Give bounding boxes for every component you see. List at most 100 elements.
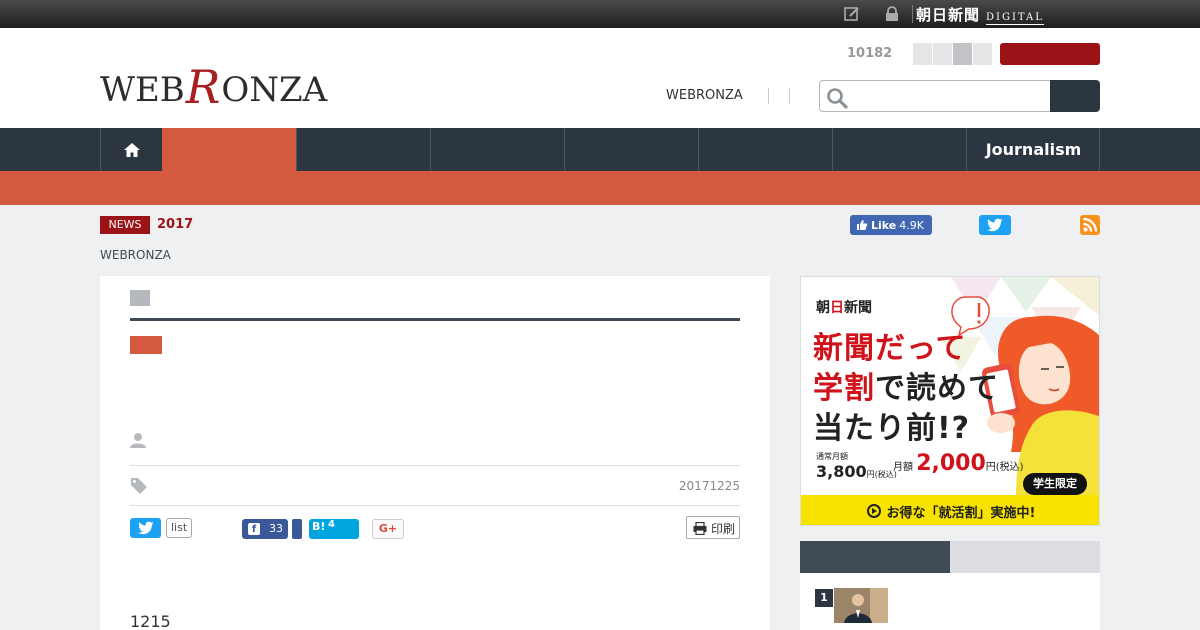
font-size-medium-button[interactable] [933, 43, 952, 65]
asahi-digital-logo[interactable]: 朝日新聞 DIGITAL [916, 4, 1086, 25]
ad-headline-3: 当たり前!? [813, 411, 971, 446]
rss-icon [1083, 217, 1098, 232]
ad-headline-2: 学割で読めて [813, 363, 999, 407]
thumbs-up-icon [857, 220, 868, 230]
nav-item-3[interactable] [296, 128, 430, 171]
nav-divider [1099, 128, 1100, 171]
ad-headline-2-rest: で読めて [875, 371, 999, 406]
nav-item-4[interactable] [430, 128, 564, 171]
article-category-badge[interactable] [130, 336, 162, 354]
facebook-icon: f [248, 523, 260, 535]
member-count: 10182 [847, 46, 893, 61]
header-link-webronza[interactable]: WEBRONZA [666, 88, 743, 103]
font-size-switcher [913, 43, 993, 65]
article-label-placeholder [130, 290, 150, 306]
ad-student-only-badge: 学生限定 [1023, 473, 1087, 495]
article-body-text: 1215 [130, 612, 171, 630]
rss-feed-button[interactable] [1080, 215, 1100, 235]
play-icon [866, 504, 881, 518]
home-icon [124, 143, 140, 157]
font-size-xlarge-button[interactable] [973, 43, 992, 65]
webronza-logo[interactable]: WEB R ONZA [100, 62, 327, 110]
font-size-small-button[interactable] [913, 43, 932, 65]
ranking-thumbnail[interactable] [834, 588, 888, 623]
header-link-divider [768, 88, 769, 104]
facebook-like-button[interactable]: Like 4.9K [850, 215, 932, 235]
facebook-like-count: 4.9K [899, 218, 924, 232]
ad-brand-sun: 日 [830, 300, 844, 316]
twitter-bird-icon [987, 218, 1003, 232]
author-icon [130, 432, 146, 452]
facebook-share-button[interactable]: f 33 [242, 519, 288, 539]
ad-student-price: 月額 2,000円(税込) [893, 451, 1024, 476]
search-box [819, 80, 1051, 112]
tag-icon [130, 477, 148, 499]
ad-student-price-unit: 円(税込) [985, 462, 1024, 473]
ad-regular-price: 通常月額 3,800円(税込) [816, 451, 897, 481]
top-bar: 朝日新聞 DIGITAL [0, 0, 1200, 28]
nav-item-journalism[interactable]: Journalism [966, 128, 1100, 171]
nav-item-7[interactable] [832, 128, 966, 171]
print-label: 印刷 [711, 522, 736, 536]
asahi-brand-jp: 朝日新聞 [916, 6, 981, 24]
ranking-tab-active[interactable] [800, 541, 950, 573]
twitter-share-button[interactable] [130, 518, 161, 538]
rank-number: 1 [815, 589, 833, 607]
ad-brand: 朝日新聞 [816, 297, 872, 317]
hatena-icon: B! [312, 520, 326, 533]
asahi-student-ad[interactable]: 朝日新聞 新聞だって 学割で読めて 当たり前!? 通常月額 3,800円(税込)… [800, 276, 1100, 526]
ad-student-price-value: 2,000 [916, 451, 986, 476]
ad-brand-b: 新聞 [844, 300, 872, 316]
search-button[interactable] [1050, 80, 1100, 112]
divider [130, 465, 740, 466]
ad-headline-2-red: 学割 [813, 371, 875, 406]
article-card: 20171225 list f 33 B! 4 G+ 印刷 1215 [100, 276, 770, 630]
printer-icon [693, 522, 707, 535]
ranking-tabs [800, 541, 1100, 573]
search-input[interactable] [852, 85, 1046, 107]
twitter-follow-button[interactable] [979, 215, 1011, 235]
news-year: 2017 [157, 217, 194, 232]
twitter-bird-icon [138, 521, 154, 535]
twitter-list-button[interactable]: list [166, 518, 193, 538]
lock-icon[interactable] [884, 6, 900, 22]
ad-brand-a: 朝 [816, 300, 830, 316]
nav-item-6[interactable] [698, 128, 832, 171]
news-badge: NEWS [100, 216, 150, 234]
header-link-divider [789, 88, 790, 104]
font-size-large-button[interactable] [953, 43, 972, 65]
facebook-share-count: 33 [269, 522, 283, 535]
main-nav: Journalism [0, 128, 1200, 171]
facebook-extra-button[interactable] [292, 519, 302, 539]
ad-headline-1: 新聞だって [813, 323, 967, 367]
sub-nav-bar [0, 171, 1200, 205]
facebook-like-label: Like [871, 218, 897, 232]
subscribe-button[interactable] [1000, 43, 1100, 65]
logo-text-post: ONZA [221, 70, 328, 110]
ad-student-price-label: 月額 [893, 462, 913, 473]
print-button[interactable]: 印刷 [686, 516, 740, 539]
ad-headline-1-text: 新聞だって [813, 331, 967, 366]
ranking-tab-inactive[interactable] [950, 541, 1100, 573]
topbar-divider [912, 5, 913, 23]
ad-cta-text: お得な「就活割」実施中! [886, 505, 1036, 521]
divider [130, 505, 740, 506]
logo-text-pre: WEB [100, 70, 185, 110]
edit-icon[interactable] [844, 6, 860, 22]
nav-item-home[interactable] [100, 128, 162, 171]
ad-cta-bar[interactable]: お得な「就活割」実施中! [801, 495, 1099, 525]
article-title-rule [130, 318, 740, 321]
ad-regular-price-label: 通常月額 [816, 452, 848, 461]
ad-regular-price-value: 3,800 [816, 462, 867, 481]
nav-item-active[interactable] [162, 128, 296, 171]
article-date: 20171225 [678, 479, 740, 493]
ranking-list: 1 [800, 573, 1100, 630]
hatena-count: 4 [328, 519, 335, 530]
breadcrumb[interactable]: WEBRONZA [100, 248, 171, 262]
google-plus-button[interactable]: G+ [372, 519, 404, 539]
logo-text-r: R [185, 60, 221, 114]
asahi-brand-digital: DIGITAL [986, 12, 1044, 25]
nav-item-5[interactable] [564, 128, 698, 171]
search-icon [827, 88, 848, 109]
hatena-bookmark-button[interactable]: B! 4 [309, 519, 359, 539]
